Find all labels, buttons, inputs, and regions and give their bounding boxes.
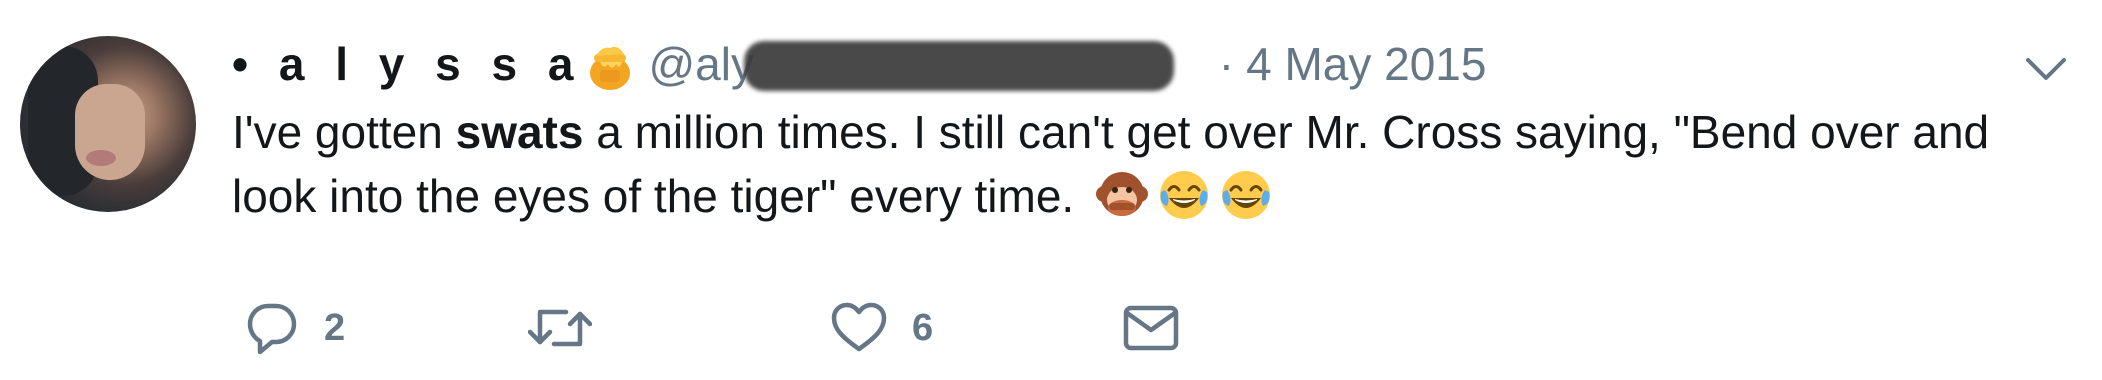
- user-handle[interactable]: @aly: [648, 37, 1206, 91]
- heart-icon: [831, 302, 887, 352]
- separator-dot: ·: [1218, 38, 1235, 90]
- tweet-header: • a l y s s a @aly · 4 May 2015: [232, 36, 1486, 92]
- tweet-card[interactable]: • a l y s s a @aly · 4 May 2015 I've got…: [0, 0, 2102, 380]
- avatar-lips: [86, 150, 116, 166]
- chevron-down-icon[interactable]: [2024, 54, 2068, 84]
- tweet-text-part1: I've gotten: [232, 106, 456, 158]
- display-name[interactable]: • a l y s s a: [232, 37, 582, 91]
- retweet-button[interactable]: [528, 296, 616, 360]
- like-button[interactable]: 6: [830, 296, 933, 360]
- handle-redaction: [744, 41, 1175, 91]
- retweet-icon: [528, 309, 592, 347]
- avatar[interactable]: [20, 36, 196, 212]
- honey-pot-icon: [586, 40, 634, 92]
- reply-button[interactable]: 2: [244, 296, 345, 360]
- avatar-face: [75, 84, 145, 180]
- tweet-text: I've gotten swats a million times. I sti…: [232, 100, 2052, 228]
- tears-of-joy-icon: [1219, 168, 1273, 222]
- tweet-date[interactable]: 4 May 2015: [1246, 37, 1486, 91]
- speak-no-evil-monkey-icon: [1095, 168, 1149, 222]
- tears-of-joy-icon: [1157, 168, 1211, 222]
- like-count: 6: [912, 306, 934, 349]
- reply-icon: [247, 303, 297, 355]
- handle-text: @aly: [648, 38, 754, 90]
- reply-count: 2: [324, 306, 346, 349]
- envelope-icon: [1123, 305, 1179, 351]
- direct-message-button[interactable]: [1122, 296, 1180, 360]
- tweet-text-bold: swats: [455, 106, 584, 158]
